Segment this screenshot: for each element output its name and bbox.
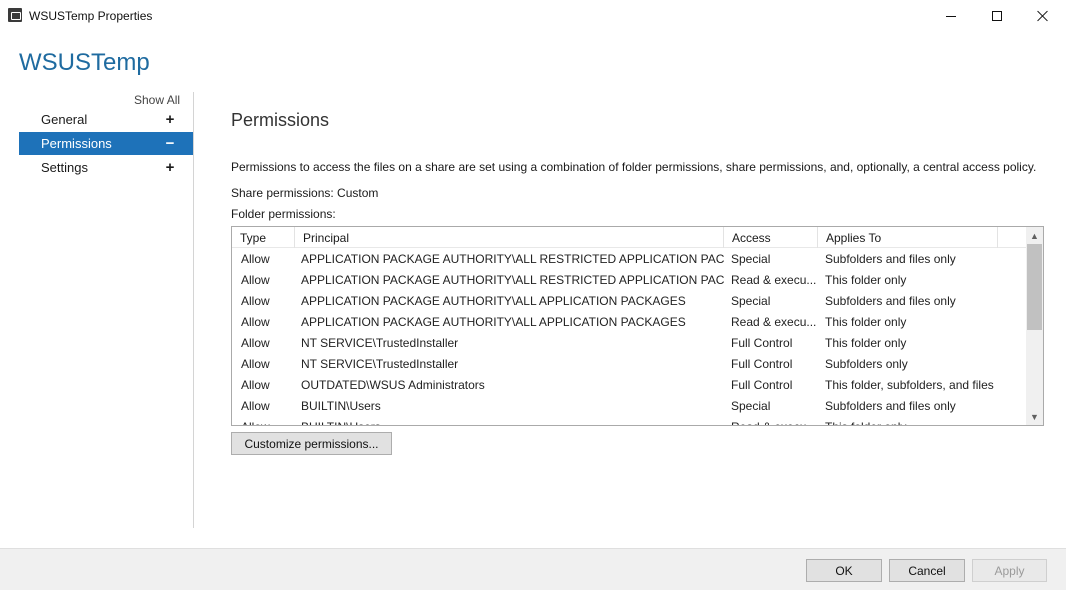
cell-type: Allow: [232, 416, 295, 426]
window-title: WSUSTemp Properties: [29, 9, 153, 23]
column-header-applies-to[interactable]: Applies To: [818, 227, 998, 248]
cell-type: Allow: [241, 251, 270, 266]
cancel-button[interactable]: Cancel: [889, 559, 965, 582]
cell-applies-to: This folder only: [816, 416, 1026, 426]
cell-principal: APPLICATION PACKAGE AUTHORITY\ALL APPLIC…: [301, 293, 686, 308]
sidebar-item-label: General: [41, 112, 88, 127]
title-bar: WSUSTemp Properties: [0, 0, 1066, 32]
cell-principal: NT SERVICE\TrustedInstaller: [301, 356, 459, 371]
sidebar-item-label: Settings: [41, 160, 88, 175]
sidebar-item-settings[interactable]: Settings +: [19, 156, 193, 179]
cell-principal: OUTDATED\WSUS Administrators: [301, 377, 485, 392]
cell-access: Read & execu...: [722, 416, 818, 426]
column-header-access[interactable]: Access: [724, 227, 818, 248]
apply-button[interactable]: Apply: [972, 559, 1047, 582]
sidebar-item-general[interactable]: General +: [19, 108, 193, 131]
cell-applies-to: This folder only: [825, 314, 907, 329]
permission-rows: Allow APPLICATION PACKAGE AUTHORITY\ALL …: [232, 248, 1027, 426]
table-row[interactable]: Allow OUTDATED\WSUS Administrators Full …: [232, 374, 1027, 395]
table-row[interactable]: Allow APPLICATION PACKAGE AUTHORITY\ALL …: [232, 269, 1027, 290]
collapse-icon: −: [165, 135, 175, 152]
cell-type: Allow: [241, 398, 270, 413]
share-permissions-text: Share permissions: Custom: [231, 186, 379, 200]
cell-principal: BUILTIN\Users: [292, 416, 724, 426]
expand-icon: +: [165, 159, 175, 176]
cell-type: Allow: [241, 314, 270, 329]
minimize-button[interactable]: [928, 0, 974, 32]
cell-applies-to: This folder, subfolders, and files: [825, 377, 994, 392]
cell-type: Allow: [241, 272, 270, 287]
table-row[interactable]: Allow NT SERVICE\TrustedInstaller Full C…: [232, 332, 1027, 353]
table-row[interactable]: Allow APPLICATION PACKAGE AUTHORITY\ALL …: [232, 248, 1027, 269]
cell-applies-to: Subfolders and files only: [825, 293, 956, 308]
table-row[interactable]: Allow BUILTIN\Users Read & execu... This…: [232, 416, 1027, 426]
maximize-icon: [992, 11, 1002, 21]
expand-icon: +: [165, 111, 175, 128]
section-title: Permissions: [231, 110, 330, 130]
cell-applies-to: Subfolders only: [825, 356, 908, 371]
column-header-principal[interactable]: Principal: [295, 227, 724, 248]
close-icon: [1037, 10, 1049, 22]
minimize-icon: [946, 15, 956, 17]
scroll-up-arrow-icon[interactable]: ▲: [1026, 227, 1043, 244]
cell-access: Full Control: [731, 335, 793, 350]
cell-principal: APPLICATION PACKAGE AUTHORITY\ALL APPLIC…: [301, 314, 686, 329]
column-header-type[interactable]: Type: [232, 227, 295, 248]
table-row[interactable]: Allow NT SERVICE\TrustedInstaller Full C…: [232, 353, 1027, 374]
folder-permissions-label: Folder permissions:: [231, 207, 336, 221]
list-header: Type Principal Access Applies To: [232, 227, 1027, 248]
cell-principal: APPLICATION PACKAGE AUTHORITY\ALL RESTRI…: [301, 272, 724, 287]
sidebar-item-label: Permissions: [41, 136, 112, 151]
table-row[interactable]: Allow APPLICATION PACKAGE AUTHORITY\ALL …: [232, 290, 1027, 311]
cell-access: Full Control: [731, 377, 793, 392]
cell-type: Allow: [241, 377, 270, 392]
table-row[interactable]: Allow BUILTIN\Users Special Subfolders a…: [232, 395, 1027, 416]
cell-access: Read & execu...: [731, 272, 817, 287]
cell-type: Allow: [241, 293, 270, 308]
permissions-description: Permissions to access the files on a sha…: [231, 160, 1037, 174]
cell-applies-to: This folder only: [825, 272, 907, 287]
cell-type: Allow: [241, 356, 270, 371]
close-button[interactable]: [1020, 0, 1066, 32]
sidebar-item-permissions[interactable]: Permissions −: [19, 132, 193, 155]
sidebar-divider: [193, 92, 194, 528]
cell-principal: APPLICATION PACKAGE AUTHORITY\ALL RESTRI…: [301, 251, 724, 266]
show-all-link[interactable]: Show All: [134, 93, 180, 107]
cell-applies-to: This folder only: [825, 335, 907, 350]
cell-access: Full Control: [731, 356, 793, 371]
cell-access: Special: [731, 398, 771, 413]
cell-applies-to: Subfolders and files only: [825, 251, 956, 266]
cell-applies-to: Subfolders and files only: [825, 398, 956, 413]
app-icon: [8, 8, 22, 22]
vertical-scrollbar[interactable]: ▲ ▼: [1026, 227, 1043, 425]
page-title: WSUSTemp: [19, 49, 150, 76]
ok-button[interactable]: OK: [806, 559, 882, 582]
scroll-down-arrow-icon[interactable]: ▼: [1026, 408, 1043, 425]
scroll-thumb[interactable]: [1027, 244, 1042, 330]
cell-principal: NT SERVICE\TrustedInstaller: [301, 335, 459, 350]
cell-type: Allow: [241, 335, 270, 350]
cell-access: Special: [731, 293, 771, 308]
folder-permissions-list[interactable]: Type Principal Access Applies To Allow A…: [231, 226, 1044, 426]
cell-access: Special: [731, 251, 771, 266]
table-row[interactable]: Allow APPLICATION PACKAGE AUTHORITY\ALL …: [232, 311, 1027, 332]
customize-permissions-button[interactable]: Customize permissions...: [231, 432, 392, 455]
cell-principal: BUILTIN\Users: [301, 398, 381, 413]
maximize-button[interactable]: [974, 0, 1020, 32]
cell-access: Read & execu...: [731, 314, 817, 329]
